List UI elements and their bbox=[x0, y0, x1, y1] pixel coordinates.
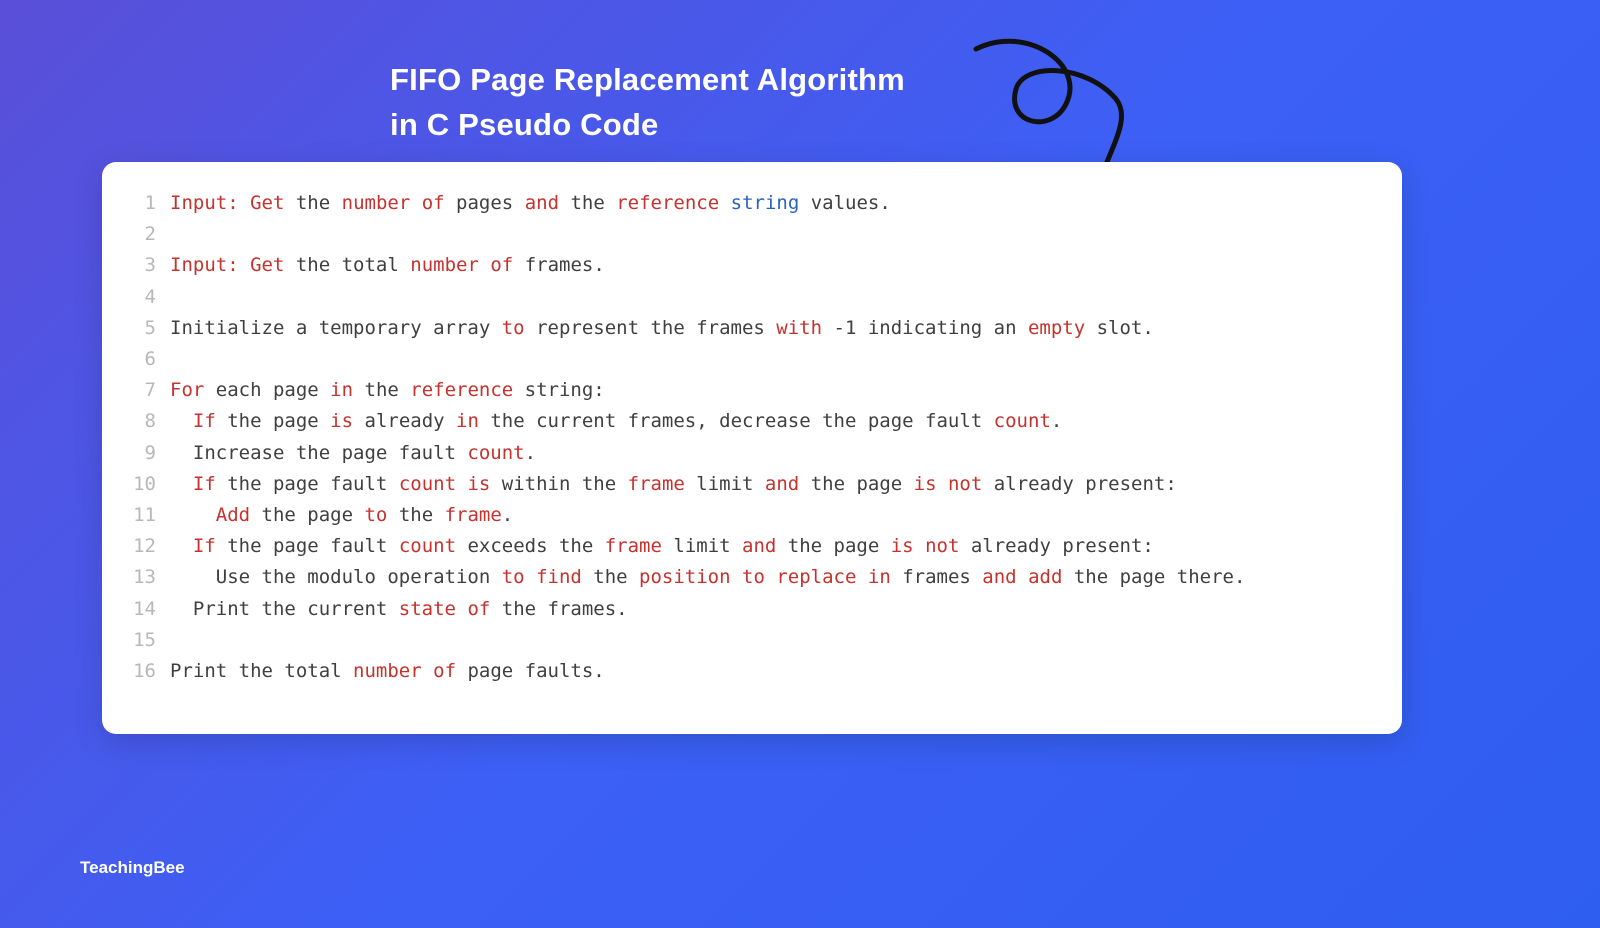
line-content: Increase the page fault count. bbox=[170, 438, 536, 469]
slide-title: FIFO Page Replacement Algorithm in C Pse… bbox=[390, 58, 905, 148]
line-content: If the page fault count is within the fr… bbox=[170, 469, 1177, 500]
line-number: 10 bbox=[126, 469, 156, 500]
line-number: 8 bbox=[126, 406, 156, 437]
code-line: 15 bbox=[126, 625, 1368, 656]
code-line: 11 Add the page to the frame. bbox=[126, 500, 1368, 531]
line-number: 7 bbox=[126, 375, 156, 406]
pseudocode-block: 1 Input: Get the number of pages and the … bbox=[126, 188, 1368, 687]
line-number: 1 bbox=[126, 188, 156, 219]
line-content: Add the page to the frame. bbox=[170, 500, 513, 531]
code-line: 4 bbox=[126, 282, 1368, 313]
code-line: 10 If the page fault count is within the… bbox=[126, 469, 1368, 500]
code-line: 8 If the page is already in the current … bbox=[126, 406, 1368, 437]
code-line: 1 Input: Get the number of pages and the … bbox=[126, 188, 1368, 219]
code-line: 9 Increase the page fault count. bbox=[126, 438, 1368, 469]
line-content: If the page is already in the current fr… bbox=[170, 406, 1062, 437]
code-line: 16 Print the total number of page faults. bbox=[126, 656, 1368, 687]
line-content: Input: Get the number of pages and the r… bbox=[170, 188, 891, 219]
code-line: 14 Print the current state of the frames… bbox=[126, 594, 1368, 625]
code-line: 3 Input: Get the total number of frames. bbox=[126, 250, 1368, 281]
line-number: 3 bbox=[126, 250, 156, 281]
line-number: 11 bbox=[126, 500, 156, 531]
code-line: 2 bbox=[126, 219, 1368, 250]
line-number: 2 bbox=[126, 219, 156, 250]
code-card: 1 Input: Get the number of pages and the … bbox=[102, 162, 1402, 734]
title-line-2: in C Pseudo Code bbox=[390, 107, 658, 142]
line-number: 5 bbox=[126, 313, 156, 344]
line-content: Use the modulo operation to find the pos… bbox=[170, 562, 1245, 593]
line-content: If the page fault count exceeds the fram… bbox=[170, 531, 1154, 562]
line-content: Print the current state of the frames. bbox=[170, 594, 628, 625]
code-line: 6 bbox=[126, 344, 1368, 375]
line-number: 12 bbox=[126, 531, 156, 562]
line-content: Input: Get the total number of frames. bbox=[170, 250, 605, 281]
brand-label: TeachingBee bbox=[80, 858, 185, 877]
line-content: Initialize a temporary array to represen… bbox=[170, 313, 1154, 344]
code-line: 12 If the page fault count exceeds the f… bbox=[126, 531, 1368, 562]
code-line: 5 Initialize a temporary array to represe… bbox=[126, 313, 1368, 344]
code-line: 13 Use the modulo operation to find the … bbox=[126, 562, 1368, 593]
line-content: For each page in the reference string: bbox=[170, 375, 605, 406]
line-number: 6 bbox=[126, 344, 156, 375]
code-line: 7 For each page in the reference string: bbox=[126, 375, 1368, 406]
line-number: 15 bbox=[126, 625, 156, 656]
line-number: 9 bbox=[126, 438, 156, 469]
title-line-1: FIFO Page Replacement Algorithm bbox=[390, 62, 905, 97]
line-number: 16 bbox=[126, 656, 156, 687]
line-number: 4 bbox=[126, 282, 156, 313]
line-number: 14 bbox=[126, 594, 156, 625]
brand-footer: TeachingBee bbox=[80, 858, 185, 878]
line-content: Print the total number of page faults. bbox=[170, 656, 605, 687]
line-number: 13 bbox=[126, 562, 156, 593]
